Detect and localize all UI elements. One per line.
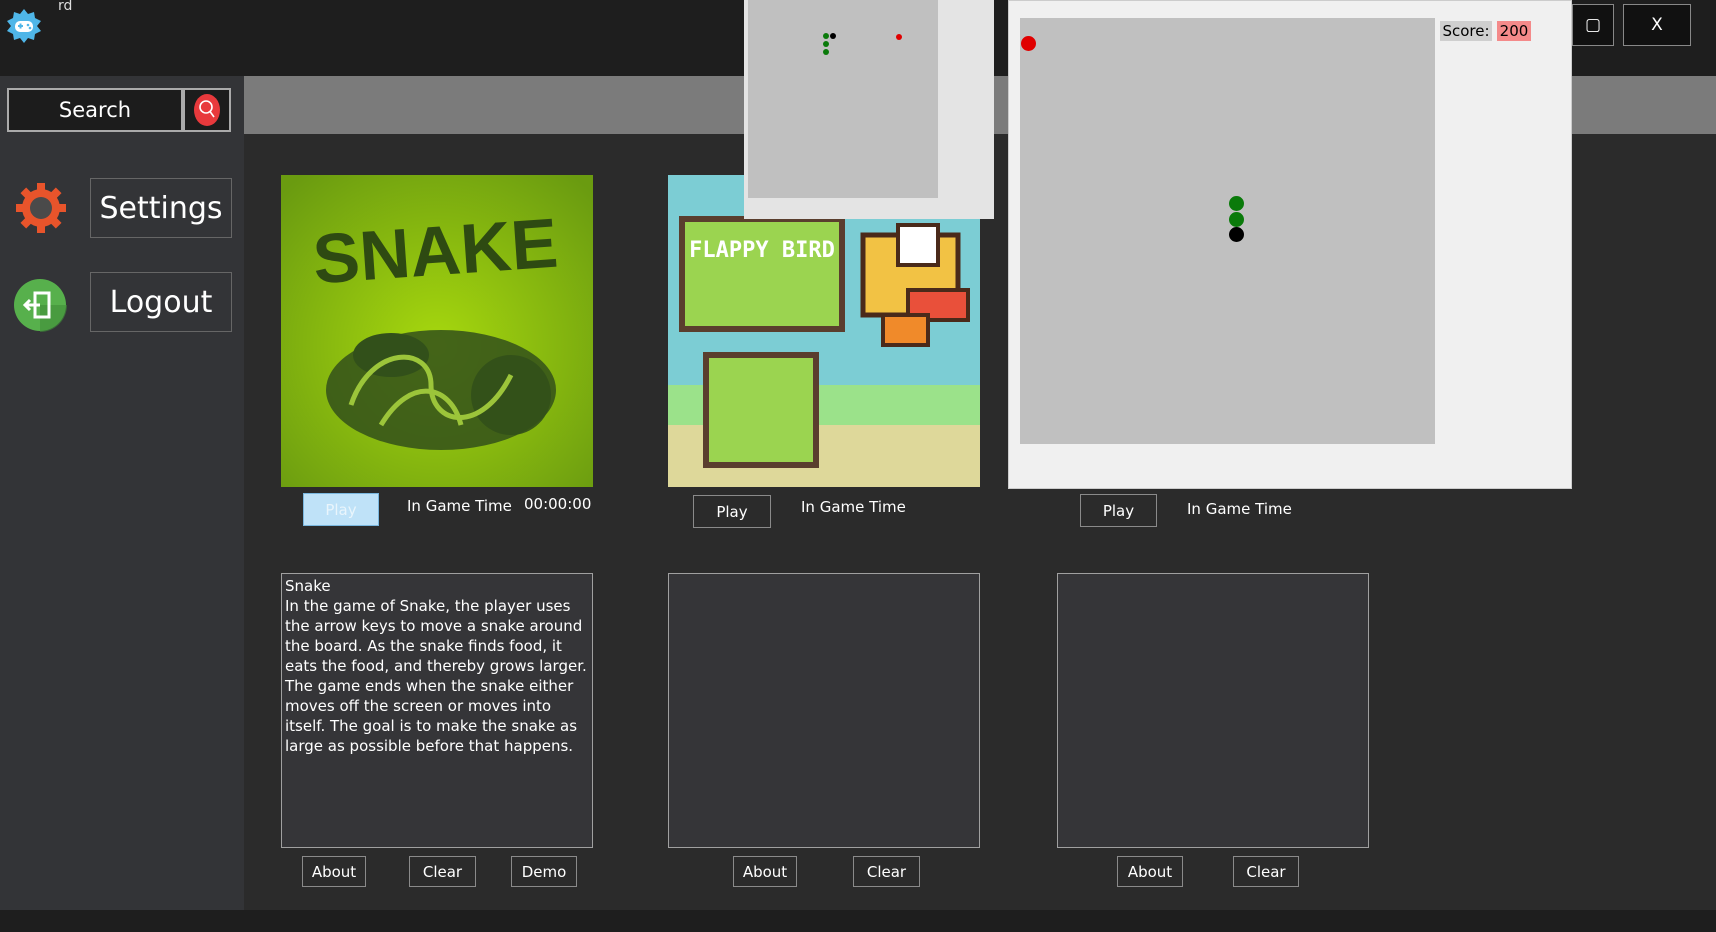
logout-button[interactable]: Logout xyxy=(90,272,232,332)
snake-in-game-time-value: 00:00:00 xyxy=(524,495,592,513)
snake-description-text: In the game of Snake, the player uses th… xyxy=(285,597,587,755)
gamepad-icon xyxy=(6,8,42,44)
snake-game-board[interactable] xyxy=(1020,18,1435,444)
game3-description-box xyxy=(1057,573,1369,848)
search-button[interactable]: Search xyxy=(7,88,183,132)
flappy-bird-cover-title: FLAPPY BIRD xyxy=(689,238,835,263)
search-icon xyxy=(194,94,220,126)
snake-food xyxy=(1021,36,1036,51)
snake-description-title: Snake xyxy=(285,577,331,595)
window-title: rd xyxy=(58,0,73,14)
game3-clear-button[interactable]: Clear xyxy=(1233,856,1299,887)
restore-button[interactable]: ▢ xyxy=(1572,4,1614,46)
snake-segment xyxy=(823,41,829,47)
game3-in-game-time-label: In Game Time xyxy=(1187,500,1292,518)
flappy-bird-in-game-time-label: In Game Time xyxy=(801,498,906,516)
snake-about-button[interactable]: About xyxy=(302,856,366,887)
score-label: Score: xyxy=(1440,21,1492,41)
snake-description-box: Snake In the game of Snake, the player u… xyxy=(281,573,593,848)
flappy-bird-description-box xyxy=(668,573,980,848)
flappy-bird-clear-button[interactable]: Clear xyxy=(853,856,920,887)
snake-segment xyxy=(1229,196,1244,211)
snake-clear-button[interactable]: Clear xyxy=(409,856,476,887)
flappy-bird-about-button[interactable]: About xyxy=(733,856,797,887)
snake-play-button[interactable]: Play xyxy=(303,493,379,526)
logout-icon[interactable] xyxy=(13,278,67,332)
snake-demo-button[interactable]: Demo xyxy=(511,856,577,887)
snake-food xyxy=(896,34,902,40)
flappy-bird-cover-image: FLAPPY BIRD xyxy=(668,175,980,487)
gear-icon[interactable] xyxy=(14,181,68,235)
snake-segment xyxy=(823,33,829,39)
restore-icon: ▢ xyxy=(1584,15,1602,35)
snake-segment xyxy=(1229,212,1244,227)
snake-cover-image: SNAKE xyxy=(281,175,593,487)
snake-demo-board[interactable] xyxy=(748,0,938,198)
snake-in-game-time-label: In Game Time xyxy=(407,497,512,515)
game3-play-button[interactable]: Play xyxy=(1080,494,1157,527)
score-value: 200 xyxy=(1497,21,1531,41)
snake-head xyxy=(1229,227,1244,242)
snake-head xyxy=(830,33,836,39)
game3-about-button[interactable]: About xyxy=(1117,856,1183,887)
snake-segment xyxy=(823,49,829,55)
flappy-bird-play-button[interactable]: Play xyxy=(693,495,771,528)
close-button[interactable]: X xyxy=(1623,4,1691,46)
status-footer xyxy=(0,910,1716,932)
search-icon-button[interactable] xyxy=(183,88,231,132)
settings-button[interactable]: Settings xyxy=(90,178,232,238)
